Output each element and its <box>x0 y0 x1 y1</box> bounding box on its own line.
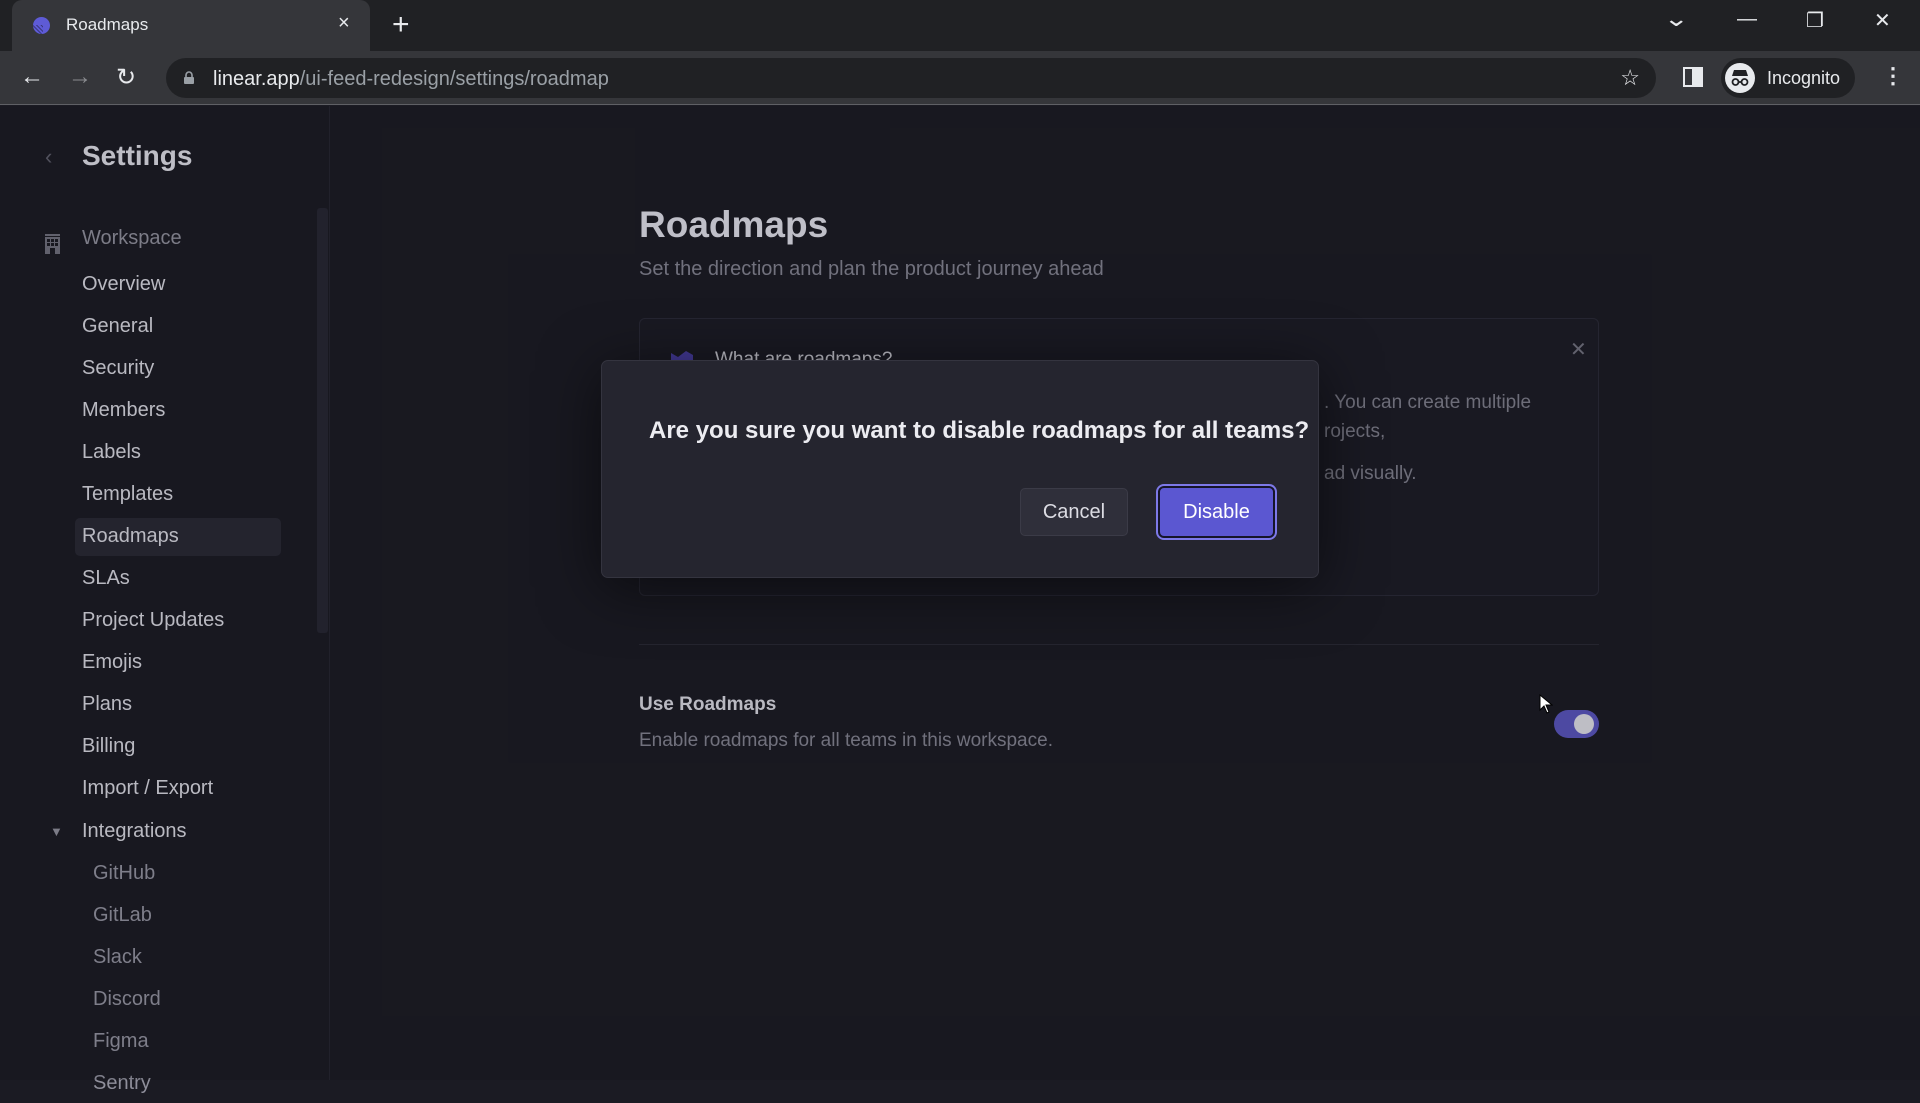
minimize-icon[interactable]: — <box>1737 8 1757 31</box>
profile-label: Incognito <box>1767 68 1841 88</box>
incognito-profile-button[interactable]: Incognito <box>1721 58 1855 98</box>
confirm-disable-dialog: Are you sure you want to disable roadmap… <box>601 360 1319 578</box>
browser-toolbar: ← → ↻ linear.app/ui-feed-redesign/settin… <box>0 51 1920 105</box>
browser-tab-strip: Roadmaps × + ⌄ — ❐ ✕ <box>0 0 1920 51</box>
linear-app: ‹ Settings Workspace Overview General Se… <box>0 106 1920 1094</box>
incognito-icon <box>1725 63 1755 93</box>
lock-icon <box>184 71 194 84</box>
back-icon[interactable]: ← <box>20 63 44 91</box>
tab-title: Roadmaps <box>66 15 149 34</box>
tab-close-icon[interactable]: × <box>338 12 350 35</box>
dialog-message: Are you sure you want to disable roadmap… <box>649 417 1310 444</box>
address-bar[interactable]: linear.app/ui-feed-redesign/settings/roa… <box>166 58 1656 98</box>
browser-tab[interactable]: Roadmaps × <box>12 0 370 51</box>
disable-button[interactable]: Disable <box>1156 484 1277 540</box>
bookmark-star-icon[interactable]: ☆ <box>1620 65 1640 91</box>
url-path: /ui-feed-redesign/settings/roadmap <box>299 68 609 90</box>
url-text: linear.app/ui-feed-redesign/settings/roa… <box>213 68 609 91</box>
tab-search-icon[interactable]: ⌄ <box>1663 6 1689 32</box>
url-host: linear.app <box>213 68 300 90</box>
browser-menu-icon[interactable]: ⋮ <box>1882 63 1904 89</box>
side-panel-icon[interactable] <box>1683 67 1703 87</box>
modal-overlay[interactable] <box>0 106 1920 1080</box>
mouse-cursor-icon <box>1539 694 1553 714</box>
new-tab-button[interactable]: + <box>392 8 410 42</box>
reload-icon[interactable]: ↻ <box>116 63 136 92</box>
restore-icon[interactable]: ❐ <box>1806 8 1824 33</box>
forward-icon[interactable]: → <box>68 63 92 91</box>
linear-favicon-icon <box>33 17 50 34</box>
cancel-button[interactable]: Cancel <box>1020 488 1128 536</box>
window-close-icon[interactable]: ✕ <box>1874 8 1891 33</box>
